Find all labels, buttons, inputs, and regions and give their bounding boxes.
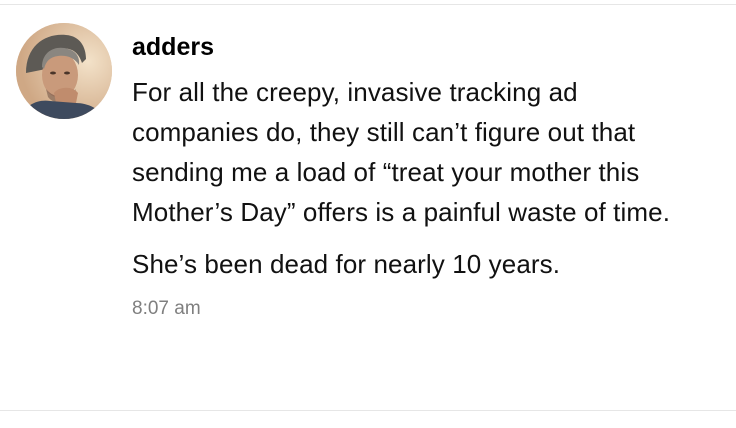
message-paragraph: For all the creepy, invasive tracking ad… bbox=[132, 77, 671, 227]
divider-bottom bbox=[0, 410, 736, 411]
author-name[interactable]: adders bbox=[132, 30, 712, 64]
divider-top bbox=[0, 4, 736, 5]
message-paragraph: She’s been dead for nearly 10 years. bbox=[132, 249, 561, 279]
message-timestamp[interactable]: 8:07 am bbox=[132, 296, 712, 322]
message-body: adders For all the creepy, invasive trac… bbox=[132, 30, 712, 322]
avatar[interactable] bbox=[16, 23, 112, 119]
message-view: adders For all the creepy, invasive trac… bbox=[0, 0, 736, 428]
